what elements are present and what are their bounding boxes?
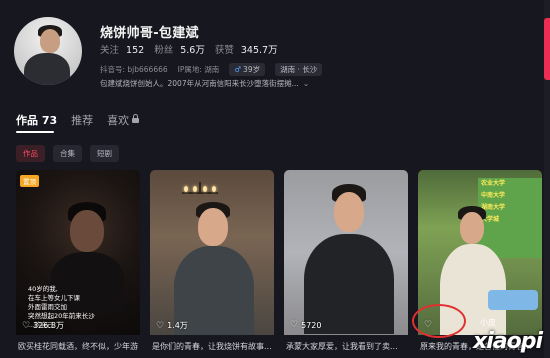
content-filter-chips: 作品 合集 短剧 <box>16 145 119 162</box>
stat-label: 粉丝 <box>154 45 174 56</box>
lock-icon <box>132 113 140 124</box>
sign-text: 中南大学 <box>481 192 506 199</box>
side-accent-bar <box>544 18 550 80</box>
stat-following[interactable]: 关注 152 <box>100 42 144 56</box>
video-card[interactable]: ♡ 1.4万 是你们的青春，让我烧饼有故事... <box>150 170 274 358</box>
stat-value: 345.7万 <box>240 45 278 56</box>
like-count-value: 1.4万 <box>167 321 188 330</box>
video-thumbnail <box>284 170 408 335</box>
active-tab-indicator <box>16 131 54 133</box>
stat-likes: 获赞 345.7万 <box>215 42 278 56</box>
age-tag: ♂ 39岁 <box>229 63 266 76</box>
age-value: 39岁 <box>243 65 261 74</box>
profile-tabs: 作品 73 推荐 喜欢 <box>16 112 140 128</box>
like-count-value: 5720 <box>301 320 322 330</box>
heart-icon: ♡ <box>290 320 299 330</box>
overlay-line: 在车上等女儿下课 <box>28 294 80 302</box>
stat-value: 5.6万 <box>180 45 205 56</box>
watermark-logo: xiaopi <box>473 329 543 354</box>
location-tag: 湖南 · 长沙 <box>275 63 323 76</box>
like-count: ♡ 1.4万 <box>156 320 188 331</box>
douyin-id: 抖音号: bjb666666 <box>100 65 168 74</box>
like-count-value: 326.8万 <box>33 321 64 330</box>
stat-value: 152 <box>126 45 145 56</box>
video-card[interactable]: ♡ 5720 承蒙大家厚爱，让我看到了卖... <box>284 170 408 358</box>
bio-text: 包建斌烧饼创始人。2007年从河南信阳来长沙堕落街摆摊... <box>100 79 299 88</box>
overlay-line: 外面雷雨交加 <box>28 303 67 311</box>
profile-name: 烧饼帅哥-包建斌 <box>100 26 199 41</box>
profile-avatar[interactable] <box>14 17 82 85</box>
like-count: ♡ 5720 <box>290 320 321 330</box>
profile-stats: 关注 152 粉丝 5.6万 获赞 345.7万 <box>100 42 278 56</box>
video-title: 承蒙大家厚爱，让我看到了卖... <box>286 342 398 351</box>
stat-label: 关注 <box>100 45 120 56</box>
expand-bio-icon[interactable]: ⌄ <box>303 79 310 88</box>
ip-location: IP属地: 湖南 <box>177 65 220 74</box>
stat-label: 获赞 <box>214 45 234 56</box>
chip-short-dramas[interactable]: 短剧 <box>90 145 119 162</box>
tab-recommended[interactable]: 推荐 <box>71 112 93 128</box>
profile-meta: 抖音号: bjb666666 IP属地: 湖南 ♂ 39岁 湖南 · 长沙 <box>100 63 323 76</box>
stat-followers[interactable]: 粉丝 5.6万 <box>154 42 205 56</box>
chip-works[interactable]: 作品 <box>16 145 45 162</box>
male-icon: ♂ <box>234 65 242 74</box>
profile-bio: 包建斌烧饼创始人。2007年从河南信阳来长沙堕落街摆摊... ⌄ <box>100 78 309 89</box>
video-thumbnail: 置顶 40岁的我, 在车上等女儿下课 外面雷雨交加 突然想起20年前来长沙 ..… <box>16 170 140 335</box>
video-title: 是你们的青春，让我烧饼有故事... <box>152 342 272 351</box>
tab-liked[interactable]: 喜欢 <box>107 112 140 128</box>
tab-works[interactable]: 作品 73 <box>16 112 57 128</box>
video-title: 欧买桂花同载酒，终不似，少年游。 <box>18 342 138 351</box>
heart-icon: ♡ <box>22 320 31 331</box>
heart-icon: ♡ <box>156 320 165 331</box>
chip-collections[interactable]: 合集 <box>53 145 82 162</box>
video-thumbnail <box>150 170 274 335</box>
video-card[interactable]: 置顶 40岁的我, 在车上等女儿下课 外面雷雨交加 突然想起20年前来长沙 ..… <box>16 170 140 358</box>
sign-text: 农业大学 <box>481 180 506 187</box>
watermark-subtext: 小皮 <box>480 318 496 327</box>
overlay-line: 40岁的我, <box>28 285 58 293</box>
pinned-badge: 置顶 <box>20 175 39 187</box>
like-count: ♡ 326.8万 <box>22 320 64 331</box>
tab-liked-label: 喜欢 <box>107 114 130 127</box>
highlight-circle <box>412 304 466 338</box>
